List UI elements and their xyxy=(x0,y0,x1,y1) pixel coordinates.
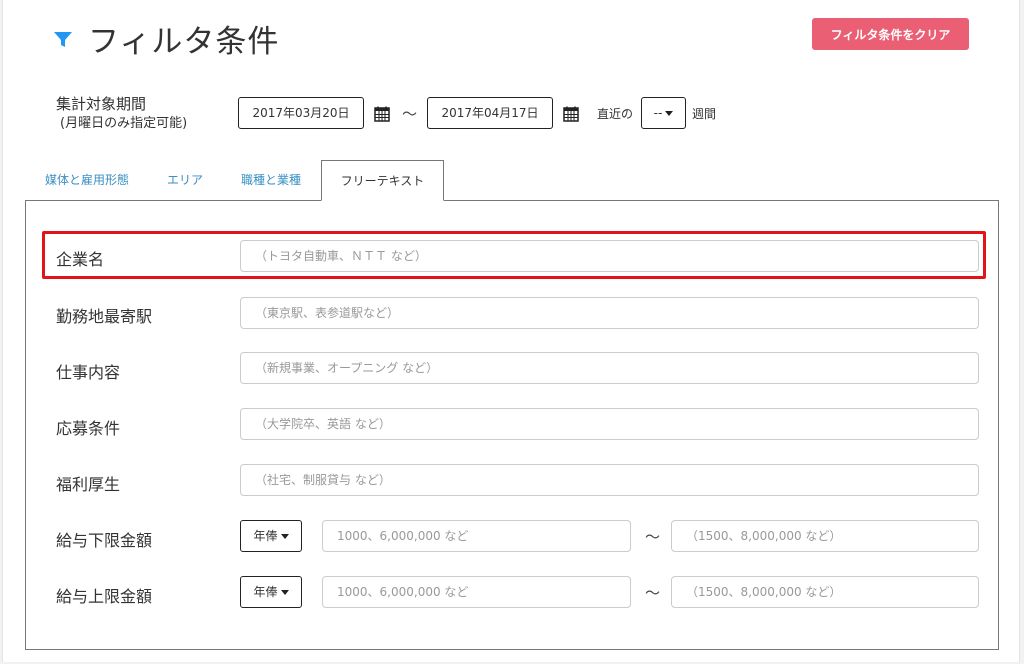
salary-min-label: 給与下限金額 xyxy=(56,531,153,550)
filter-icon xyxy=(54,31,72,47)
job-label: 仕事内容 xyxy=(56,363,121,382)
start-date-input[interactable]: 2017年03月20日 xyxy=(238,97,364,129)
station-label: 勤務地最寄駅 xyxy=(56,307,153,326)
salary-max-unit-select[interactable]: 年俸 xyxy=(240,576,302,608)
chevron-down-icon xyxy=(280,590,289,595)
period-label-group: 集計対象期間 (月曜日のみ指定可能) xyxy=(56,95,187,133)
station-input[interactable] xyxy=(240,297,979,329)
welfare-input[interactable] xyxy=(240,464,979,496)
chevron-down-icon xyxy=(280,534,289,539)
tab-area[interactable]: エリア xyxy=(152,160,218,201)
tab-media[interactable]: 媒体と雇用形態 xyxy=(28,160,146,201)
salary-min-separator: 〜 xyxy=(645,528,661,546)
salary-min-from-input[interactable] xyxy=(322,520,631,552)
salary-min-to-input[interactable] xyxy=(671,520,979,552)
period-sublabel: (月曜日のみ指定可能) xyxy=(60,116,188,131)
job-input[interactable] xyxy=(240,352,979,384)
chevron-down-icon xyxy=(665,111,674,116)
conditions-input[interactable] xyxy=(240,408,979,440)
recent-label: 直近の xyxy=(597,107,634,121)
salary-max-separator: 〜 xyxy=(645,584,661,602)
weeks-select[interactable]: -- xyxy=(641,97,686,129)
salary-min-unit-value: 年俸 xyxy=(253,529,278,543)
date-range-separator: 〜 xyxy=(402,105,418,123)
salary-max-from-input[interactable] xyxy=(322,576,631,608)
weeks-select-value: -- xyxy=(653,106,663,120)
company-input[interactable] xyxy=(240,240,979,272)
period-label: 集計対象期間 xyxy=(56,95,147,113)
salary-max-unit-value: 年俸 xyxy=(253,585,278,599)
conditions-label: 応募条件 xyxy=(56,419,121,438)
welfare-label: 福利厚生 xyxy=(56,475,121,494)
calendar-icon[interactable] xyxy=(563,106,579,122)
clear-filter-button[interactable]: フィルタ条件をクリア xyxy=(812,18,969,50)
tab-free-text[interactable]: フリーテキスト xyxy=(321,160,444,201)
weeks-suffix: 週間 xyxy=(692,107,717,121)
salary-min-unit-select[interactable]: 年俸 xyxy=(240,520,302,552)
end-date-input[interactable]: 2017年04月17日 xyxy=(427,97,553,129)
salary-max-label: 給与上限金額 xyxy=(56,587,153,606)
calendar-icon[interactable] xyxy=(374,106,390,122)
salary-max-to-input[interactable] xyxy=(671,576,979,608)
page-title: フィルタ条件 xyxy=(88,24,280,60)
title-row: フィルタ条件 xyxy=(52,16,279,61)
company-label: 企業名 xyxy=(56,250,105,269)
tab-job-industry[interactable]: 職種と業種 xyxy=(226,160,316,201)
